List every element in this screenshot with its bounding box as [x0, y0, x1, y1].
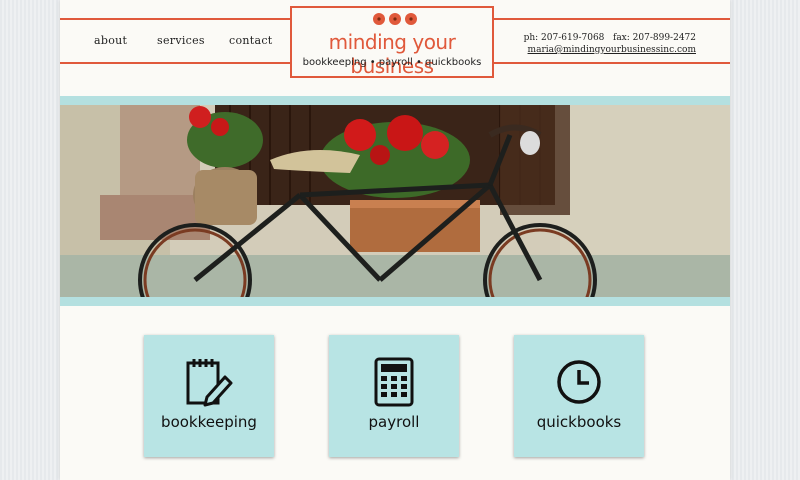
bicycle-flowers-photo	[60, 105, 730, 297]
clock-icon	[557, 360, 601, 404]
teal-bar-bottom	[60, 297, 730, 306]
calculator-icon	[374, 357, 414, 407]
page-container: about services contact minding your busi…	[60, 0, 730, 480]
nav-contact-link[interactable]: contact	[229, 34, 273, 47]
card-quickbooks[interactable]: quickbooks	[514, 335, 644, 457]
card-payroll[interactable]: payroll	[329, 335, 459, 457]
nav-about-link[interactable]: about	[94, 34, 127, 47]
hero-image	[60, 105, 730, 297]
notepad-pencil-icon	[186, 359, 233, 407]
teal-bar-top	[60, 96, 730, 105]
logo-subtitle: bookkeeping • payroll • quickbooks	[302, 57, 482, 68]
card-label-payroll: payroll	[368, 413, 420, 431]
site-logo[interactable]: minding your business bookkeeping • payr…	[290, 6, 494, 78]
phone-fax-text: ph: 207-619-7068 fax: 207-899-2472	[523, 33, 696, 43]
email-link[interactable]: maria@mindingyourbusinessinc.com	[524, 44, 696, 56]
nav-services-link[interactable]: services	[157, 34, 205, 47]
card-bookkeeping[interactable]: bookkeeping	[144, 335, 274, 457]
contact-info: ph: 207-619-7068 fax: 207-899-2472 maria…	[524, 32, 696, 56]
logo-title: minding your business	[328, 30, 456, 78]
card-label-quickbooks: quickbooks	[536, 413, 622, 431]
card-label-bookkeeping: bookkeeping	[161, 413, 257, 431]
flowers-icon	[373, 13, 417, 25]
